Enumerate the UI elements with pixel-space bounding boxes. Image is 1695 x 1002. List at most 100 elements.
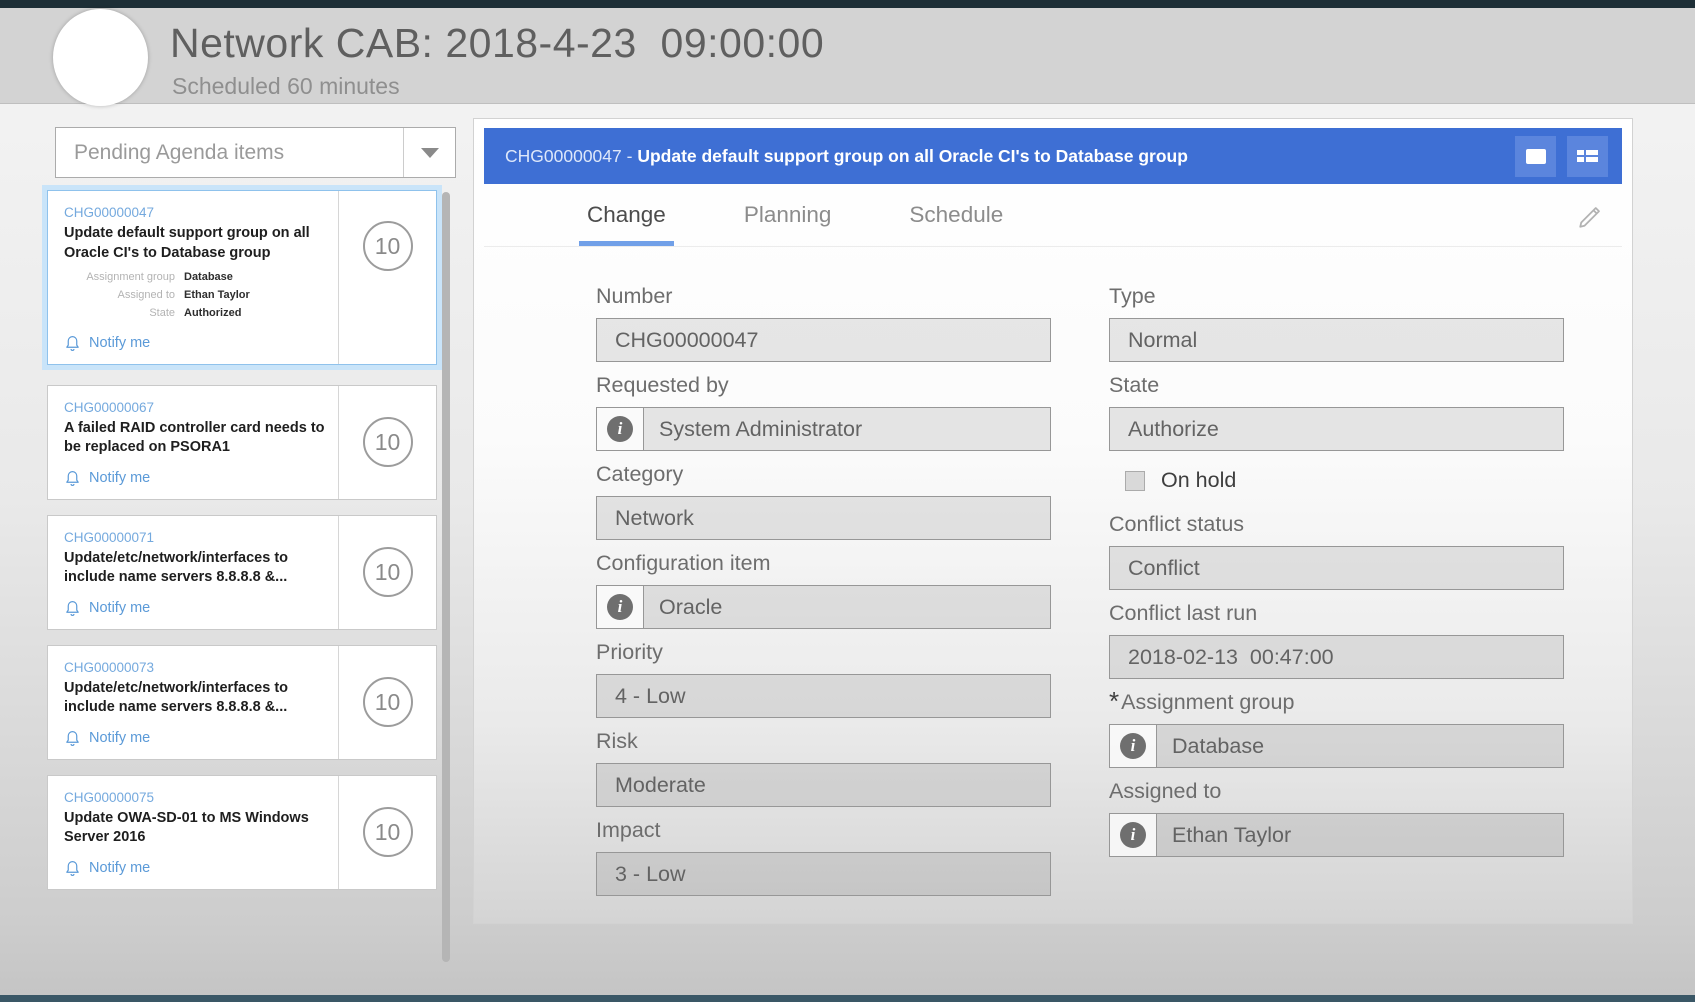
field-label-text: Type bbox=[1109, 284, 1156, 309]
change-number-link[interactable]: CHG00000073 bbox=[64, 660, 154, 675]
field-state: State Authorize bbox=[1109, 373, 1564, 451]
dropdown-button[interactable] bbox=[403, 128, 455, 177]
field-requested-by: Requested by i System Administrator bbox=[596, 373, 1051, 451]
info-icon-button[interactable]: i bbox=[1110, 814, 1157, 856]
field-label-text: Assigned to bbox=[1109, 779, 1221, 804]
agenda-filter-dropdown[interactable]: Pending Agenda items bbox=[55, 127, 456, 178]
form-column-left: Number CHG00000047 Requested by i System… bbox=[596, 284, 1051, 907]
field-label: Type bbox=[1109, 284, 1564, 309]
field-input[interactable]: 3 - Low bbox=[596, 852, 1051, 896]
change-number-link[interactable]: CHG00000067 bbox=[64, 400, 154, 415]
field-risk: Risk Moderate bbox=[596, 729, 1051, 807]
info-icon-button[interactable]: i bbox=[597, 408, 644, 450]
bell-icon bbox=[64, 334, 81, 352]
agenda-card[interactable]: CHG00000073 Update/etc/network/interface… bbox=[47, 645, 437, 760]
detail-row: Assigned to Ethan Taylor bbox=[64, 286, 330, 304]
notify-me-link[interactable]: Notify me bbox=[64, 458, 150, 487]
bell-icon bbox=[64, 469, 81, 487]
field-input[interactable]: Conflict bbox=[1109, 546, 1564, 590]
card-view-icon bbox=[1525, 148, 1547, 165]
field-value: Oracle bbox=[644, 586, 722, 628]
field-value: Authorize bbox=[1110, 408, 1219, 450]
field-label-text: Configuration item bbox=[596, 551, 770, 576]
bell-icon bbox=[64, 599, 81, 617]
field-category: Category Network bbox=[596, 462, 1051, 540]
card-view-button[interactable] bbox=[1515, 136, 1556, 177]
info-icon-button[interactable]: i bbox=[597, 586, 644, 628]
agenda-card[interactable]: CHG00000075 Update OWA-SD-01 to MS Windo… bbox=[47, 775, 437, 890]
notify-me-link[interactable]: Notify me bbox=[64, 588, 150, 617]
bottom-strip bbox=[0, 995, 1695, 1002]
field-configuration-item: Configuration item i Oracle bbox=[596, 551, 1051, 629]
agenda-card[interactable]: CHG00000067 A failed RAID controller car… bbox=[47, 385, 437, 500]
change-number-link[interactable]: CHG00000071 bbox=[64, 530, 154, 545]
change-header-bar: CHG00000047 - Update default support gro… bbox=[484, 128, 1622, 184]
field-input[interactable]: Moderate bbox=[596, 763, 1051, 807]
field-input[interactable]: 2018-02-13 00:47:00 bbox=[1109, 635, 1564, 679]
change-header-separator: - bbox=[622, 146, 638, 167]
duration-badge: 10 bbox=[363, 677, 413, 727]
edit-button[interactable] bbox=[1574, 202, 1606, 234]
field-value: Ethan Taylor bbox=[1157, 814, 1291, 856]
form-column-right: Type Normal State Authorize On hold Conf… bbox=[1109, 284, 1564, 907]
change-number-link[interactable]: CHG00000075 bbox=[64, 790, 154, 805]
agenda-card[interactable]: CHG00000047 Update default support group… bbox=[47, 190, 437, 365]
field-assignment-group: * Assignment group i Database bbox=[1109, 690, 1564, 768]
field-value: System Administrator bbox=[644, 408, 862, 450]
agenda-card-content: CHG00000073 Update/etc/network/interface… bbox=[48, 646, 338, 759]
info-icon-button[interactable]: i bbox=[1110, 725, 1157, 767]
field-input[interactable]: i Database bbox=[1109, 724, 1564, 768]
agenda-card-side: 10 bbox=[338, 191, 436, 364]
field-input[interactable]: i Oracle bbox=[596, 585, 1051, 629]
field-value: 2018-02-13 00:47:00 bbox=[1110, 636, 1334, 678]
tab-bar: Change Planning Schedule bbox=[484, 184, 1622, 247]
field-label: Assigned to bbox=[1109, 779, 1564, 804]
tab-change[interactable]: Change bbox=[579, 202, 674, 246]
field-label: Priority bbox=[596, 640, 1051, 665]
bell-icon bbox=[64, 859, 81, 877]
field-label: Configuration item bbox=[596, 551, 1051, 576]
change-header-title: Update default support group on all Orac… bbox=[637, 146, 1188, 167]
tab-planning[interactable]: Planning bbox=[736, 202, 840, 246]
notify-me-link[interactable]: Notify me bbox=[64, 718, 150, 747]
duration-badge: 10 bbox=[363, 221, 413, 271]
list-view-icon bbox=[1576, 148, 1599, 164]
agenda-card[interactable]: CHG00000071 Update/etc/network/interface… bbox=[47, 515, 437, 630]
field-input[interactable]: Normal bbox=[1109, 318, 1564, 362]
on-hold-checkbox[interactable] bbox=[1125, 471, 1145, 491]
notify-me-label: Notify me bbox=[89, 335, 150, 351]
field-input[interactable]: i Ethan Taylor bbox=[1109, 813, 1564, 857]
list-view-button[interactable] bbox=[1567, 136, 1608, 177]
agenda-card-content: CHG00000047 Update default support group… bbox=[48, 191, 338, 364]
field-input[interactable]: CHG00000047 bbox=[596, 318, 1051, 362]
field-label-text: Priority bbox=[596, 640, 663, 665]
field-conflict-status: Conflict status Conflict bbox=[1109, 512, 1564, 590]
detail-value: Database bbox=[184, 268, 233, 286]
notify-me-label: Notify me bbox=[89, 730, 150, 746]
field-assigned-to: Assigned to i Ethan Taylor bbox=[1109, 779, 1564, 857]
agenda-card-side: 10 bbox=[338, 386, 436, 499]
tab-schedule[interactable]: Schedule bbox=[901, 202, 1011, 246]
page-title: Network CAB: 2018-4-23 09:00:00 bbox=[170, 20, 824, 67]
field-input[interactable]: i System Administrator bbox=[596, 407, 1051, 451]
field-label: Requested by bbox=[596, 373, 1051, 398]
field-input[interactable]: Authorize bbox=[1109, 407, 1564, 451]
notify-me-link[interactable]: Notify me bbox=[64, 848, 150, 877]
change-number-link[interactable]: CHG00000047 bbox=[64, 205, 154, 220]
detail-label: Assignment group bbox=[64, 268, 184, 286]
field-label-text: Number bbox=[596, 284, 672, 309]
field-label: * Assignment group bbox=[1109, 690, 1564, 715]
duration-badge: 10 bbox=[363, 807, 413, 857]
field-label-text: Impact bbox=[596, 818, 661, 843]
agenda-scrollbar[interactable] bbox=[442, 192, 450, 962]
field-input[interactable]: Network bbox=[596, 496, 1051, 540]
field-label: Conflict last run bbox=[1109, 601, 1564, 626]
meeting-duration: Scheduled 60 minutes bbox=[172, 73, 400, 100]
field-input[interactable]: 4 - Low bbox=[596, 674, 1051, 718]
change-short-description: Update default support group on all Orac… bbox=[64, 224, 330, 263]
change-short-description: Update OWA-SD-01 to MS Windows Server 20… bbox=[64, 809, 330, 848]
field-label: Conflict status bbox=[1109, 512, 1564, 537]
notify-me-link[interactable]: Notify me bbox=[64, 323, 150, 352]
field-value: Network bbox=[597, 497, 694, 539]
field-value: 3 - Low bbox=[597, 853, 686, 895]
